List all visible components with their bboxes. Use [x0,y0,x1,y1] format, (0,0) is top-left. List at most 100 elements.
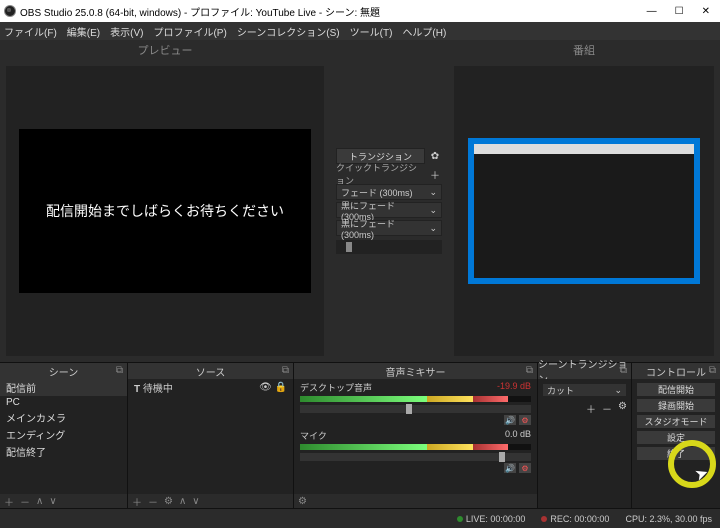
source-name: 待機中 [143,384,173,395]
popout-icon[interactable]: ⧉ [620,365,627,376]
scene-transitions-header: シーントランジション ⧉ [538,363,631,379]
scene-item[interactable]: 配信終了 [0,443,127,460]
popout-icon[interactable]: ⧉ [526,365,533,376]
chevron-down-icon: ⌄ [429,223,437,234]
scenes-list: 配信前 PC メインカメラ エンディング 配信終了 [0,379,127,494]
dock-area: シーン ⧉ 配信前 PC メインカメラ エンディング 配信終了 ＋ － ∧ ∨ … [0,362,720,508]
text-source-icon: T [134,384,140,395]
controls-dock: コントロール ⧉ 配信開始 録画開始 スタジオモード 設定 終了 [632,363,720,508]
scene-item[interactable]: PC [0,396,127,409]
menu-profile[interactable]: プロファイル(P) [153,24,226,39]
channel-db: 0.0 dB [505,429,531,442]
menu-help[interactable]: ヘルプ(H) [402,24,446,39]
minimize-button[interactable]: — [647,6,657,17]
live-dot-icon [457,516,463,522]
fade-black-dropdown-2[interactable]: 黒にフェード (300ms)⌄ [336,220,442,236]
fader-handle[interactable] [499,452,505,462]
sources-header: ソース ⧉ [128,363,293,379]
chevron-down-icon: ⌄ [614,385,622,396]
visibility-icon[interactable]: 👁 [259,382,272,393]
volume-fader[interactable] [300,453,531,461]
vu-meter [300,444,531,450]
quick-transition-add-icon[interactable]: ＋ [428,167,442,181]
source-down-button[interactable]: ∨ [192,496,199,507]
popout-icon[interactable]: ⧉ [116,365,123,376]
transition-settings-icon[interactable]: ✿ [428,149,442,163]
settings-button[interactable]: 設定 [636,430,716,445]
scene-transitions-body: カット⌄ ＋ － ⚙ [538,379,631,508]
close-button[interactable]: ✕ [702,6,710,17]
sources-list: T 待機中 👁 🔒 [128,379,293,494]
remove-transition-button[interactable]: － [602,401,612,416]
main-area: プレビュー 配信開始までしばらくお待ちください トランジション ✿ クイックトラ… [0,40,720,362]
add-transition-button[interactable]: ＋ [586,401,596,416]
vu-meter [300,396,531,402]
preview-label: プレビュー [0,40,330,60]
scenes-header: シーン ⧉ [0,363,127,379]
tbar-handle[interactable] [346,242,352,252]
scene-up-button[interactable]: ∧ [36,496,43,507]
remove-source-button[interactable]: － [148,494,158,509]
preview-viewport[interactable]: 配信開始までしばらくお待ちください [6,66,324,356]
scenes-dock: シーン ⧉ 配信前 PC メインカメラ エンディング 配信終了 ＋ － ∧ ∨ [0,363,128,508]
maximize-button[interactable]: ☐ [675,6,684,17]
program-panel: 番組 [448,40,720,362]
fader-handle[interactable] [406,404,412,414]
mute-icon[interactable]: 🔊 [504,415,516,425]
cpu-status: CPU: 2.3%, 30.00 fps [625,514,712,524]
transition-settings-icon[interactable]: ⚙ [618,401,627,416]
chevron-down-icon: ⌄ [429,205,437,216]
menu-edit[interactable]: 編集(E) [67,24,100,39]
menu-tools[interactable]: ツール(T) [350,24,393,39]
remove-scene-button[interactable]: － [20,494,30,509]
popout-icon[interactable]: ⧉ [709,365,716,376]
menu-view[interactable]: 表示(V) [110,24,143,39]
program-viewport[interactable] [454,66,714,356]
live-status: LIVE: 00:00:00 [457,514,526,524]
scene-transitions-dock: シーントランジション ⧉ カット⌄ ＋ － ⚙ [538,363,632,508]
program-thumbnail [474,144,694,278]
mixer-footer: ⚙ [294,494,537,508]
scene-down-button[interactable]: ∨ [49,496,56,507]
volume-fader[interactable] [300,405,531,413]
transition-select[interactable]: カット⌄ [542,383,627,397]
scene-item[interactable]: エンディング [0,426,127,443]
start-streaming-button[interactable]: 配信開始 [636,382,716,397]
studio-mode-button[interactable]: スタジオモード [636,414,716,429]
channel-name: マイク [300,429,327,442]
mute-icon[interactable]: 🔊 [504,463,516,473]
sources-dock: ソース ⧉ T 待機中 👁 🔒 ＋ － ⚙ ∧ ∨ [128,363,294,508]
popout-icon[interactable]: ⧉ [282,365,289,376]
window-titlebar: OBS Studio 25.0.8 (64-bit, windows) - プロ… [0,0,720,22]
controls-body: 配信開始 録画開始 スタジオモード 設定 終了 [632,379,720,508]
menu-scene-collection[interactable]: シーンコレクション(S) [237,24,340,39]
program-label: 番組 [448,40,720,60]
source-item[interactable]: T 待機中 👁 🔒 [128,379,293,396]
rec-status: REC: 00:00:00 [541,514,609,524]
transition-controls: トランジション ✿ クイックトランジション ＋ フェード (300ms)⌄ 黒に… [330,40,448,362]
source-up-button[interactable]: ∧ [179,496,186,507]
channel-db: -19.9 dB [497,381,531,394]
lock-icon[interactable]: 🔒 [275,382,287,393]
exit-button[interactable]: 終了 [636,446,716,461]
status-bar: LIVE: 00:00:00 REC: 00:00:00 CPU: 2.3%, … [0,508,720,528]
mixer-settings-icon[interactable]: ⚙ [298,496,307,507]
scene-item[interactable]: 配信前 [0,379,127,396]
mixer-body: デスクトップ音声 -19.9 dB 🔊 ⚙ マイク 0.0 dB [294,379,537,494]
menu-file[interactable]: ファイル(F) [4,24,57,39]
menu-bar: ファイル(F) 編集(E) 表示(V) プロファイル(P) シーンコレクション(… [0,22,720,40]
channel-settings-icon[interactable]: ⚙ [519,415,531,425]
channel-settings-icon[interactable]: ⚙ [519,463,531,473]
add-source-button[interactable]: ＋ [132,494,142,509]
add-scene-button[interactable]: ＋ [4,494,14,509]
chevron-down-icon: ⌄ [429,187,437,198]
sources-footer: ＋ － ⚙ ∧ ∨ [128,494,293,508]
source-props-button[interactable]: ⚙ [164,496,173,507]
rec-dot-icon [541,516,547,522]
obs-app-icon [4,5,16,17]
preview-message: 配信開始までしばらくお待ちください [46,201,284,221]
preview-content: 配信開始までしばらくお待ちください [19,129,311,293]
scene-item[interactable]: メインカメラ [0,409,127,426]
start-recording-button[interactable]: 録画開始 [636,398,716,413]
tbar-slider[interactable] [336,240,442,254]
